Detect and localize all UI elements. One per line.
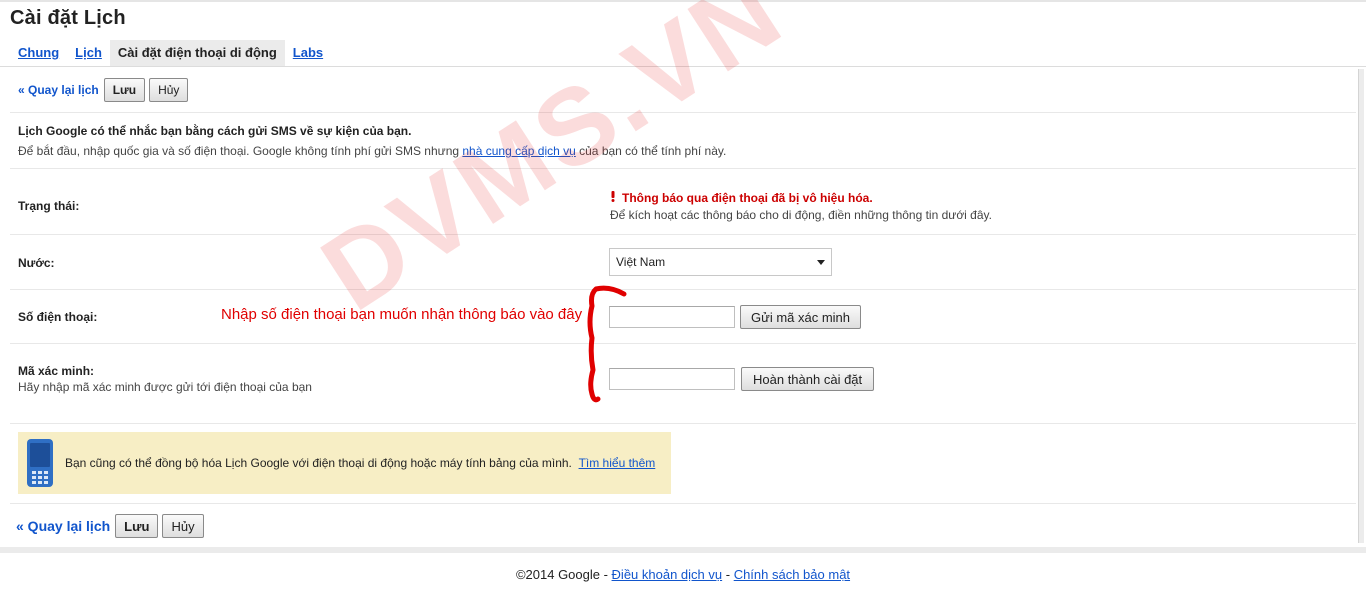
- tab-general[interactable]: Chung: [10, 40, 67, 66]
- top-border: [0, 0, 1366, 2]
- intro-text: Để bắt đầu, nhập quốc gia và số điện tho…: [18, 144, 726, 158]
- footer: ©2014 Google - Điều khoản dịch vụ - Chín…: [0, 567, 1366, 582]
- divider: [10, 343, 1356, 344]
- verify-sublabel: Hãy nhập mã xác minh được gửi tới điện t…: [18, 380, 312, 394]
- tab-calendars[interactable]: Lịch: [67, 40, 110, 66]
- annotation-arrow-icon: [587, 285, 627, 403]
- sync-info-box: Bạn cũng có thể đồng bộ hóa Lịch Google …: [18, 432, 671, 494]
- phone-label: Số điện thoại:: [18, 310, 98, 324]
- status-warning: Thông báo qua điện thoại đã bị vô hiệu h…: [610, 191, 873, 205]
- country-select-value: Việt Nam: [616, 255, 666, 269]
- status-label: Trạng thái:: [18, 199, 80, 213]
- divider: [10, 168, 1356, 169]
- save-button[interactable]: Lưu: [103, 78, 146, 102]
- sync-info-text: Bạn cũng có thể đồng bộ hóa Lịch Google …: [65, 456, 572, 470]
- send-code-button[interactable]: Gửi mã xác minh: [740, 305, 862, 329]
- status-warning-text: Thông báo qua điện thoại đã bị vô hiệu h…: [622, 191, 873, 205]
- status-hint: Để kích hoạt các thông báo cho di động, …: [610, 208, 992, 222]
- page-title: Cài đặt Lịch: [10, 7, 126, 29]
- intro-text-after: của bạn có thể tính phí này.: [575, 144, 727, 158]
- footer-separator: -: [599, 567, 612, 582]
- intro-text-before: Để bắt đầu, nhập quốc gia và số điện tho…: [18, 144, 463, 158]
- footer-band: [0, 547, 1366, 553]
- country-select[interactable]: Việt Nam: [609, 248, 832, 276]
- footer-separator: -: [722, 567, 734, 582]
- save-button-bottom[interactable]: Lưu: [115, 514, 159, 538]
- country-label: Nước:: [18, 256, 55, 270]
- back-to-calendar-link-bottom[interactable]: « Quay lại lịch: [16, 518, 110, 534]
- mobile-phone-icon: [27, 439, 53, 490]
- settings-tabs: Chung Lịch Cài đặt điện thoại di động La…: [10, 40, 331, 66]
- phone-annotation: Nhập số điện thoại bạn muốn nhận thông b…: [221, 306, 583, 323]
- back-to-calendar-link[interactable]: « Quay lại lịch: [18, 83, 99, 97]
- privacy-link[interactable]: Chính sách bảo mật: [734, 567, 850, 582]
- dropdown-arrow-icon: [817, 260, 825, 265]
- scrollbar-thumb[interactable]: [1358, 69, 1364, 543]
- bottom-toolbar: « Quay lại lịch Lưu Hủy: [16, 514, 208, 538]
- divider: [10, 234, 1356, 235]
- copyright: ©2014 Google: [515, 567, 600, 582]
- divider: [10, 503, 1356, 504]
- divider: [10, 112, 1356, 113]
- verify-label: Mã xác minh:: [18, 364, 95, 378]
- terms-link[interactable]: Điều khoản dịch vụ: [612, 567, 723, 582]
- tab-mobile-setup[interactable]: Cài đặt điện thoại di động: [109, 40, 285, 66]
- top-toolbar: « Quay lại lịch Lưu Hủy: [18, 78, 192, 102]
- learn-more-link[interactable]: Tìm hiểu thêm: [579, 456, 656, 470]
- tabs-divider: [0, 66, 1366, 67]
- scrollbar[interactable]: [1356, 67, 1366, 547]
- finish-setup-button[interactable]: Hoàn thành cài đặt: [741, 367, 875, 391]
- divider: [10, 423, 1356, 424]
- tab-labs[interactable]: Labs: [285, 40, 331, 66]
- sync-info-text-block: Bạn cũng có thể đồng bộ hóa Lịch Google …: [65, 456, 655, 470]
- exclamation-icon: [610, 191, 618, 205]
- cancel-button-bottom[interactable]: Hủy: [162, 514, 204, 538]
- cancel-button[interactable]: Hủy: [149, 78, 189, 102]
- divider: [10, 289, 1356, 290]
- intro-heading: Lịch Google có thể nhắc bạn bằng cách gử…: [18, 124, 412, 138]
- carrier-link[interactable]: nhà cung cấp dịch vụ: [462, 144, 575, 158]
